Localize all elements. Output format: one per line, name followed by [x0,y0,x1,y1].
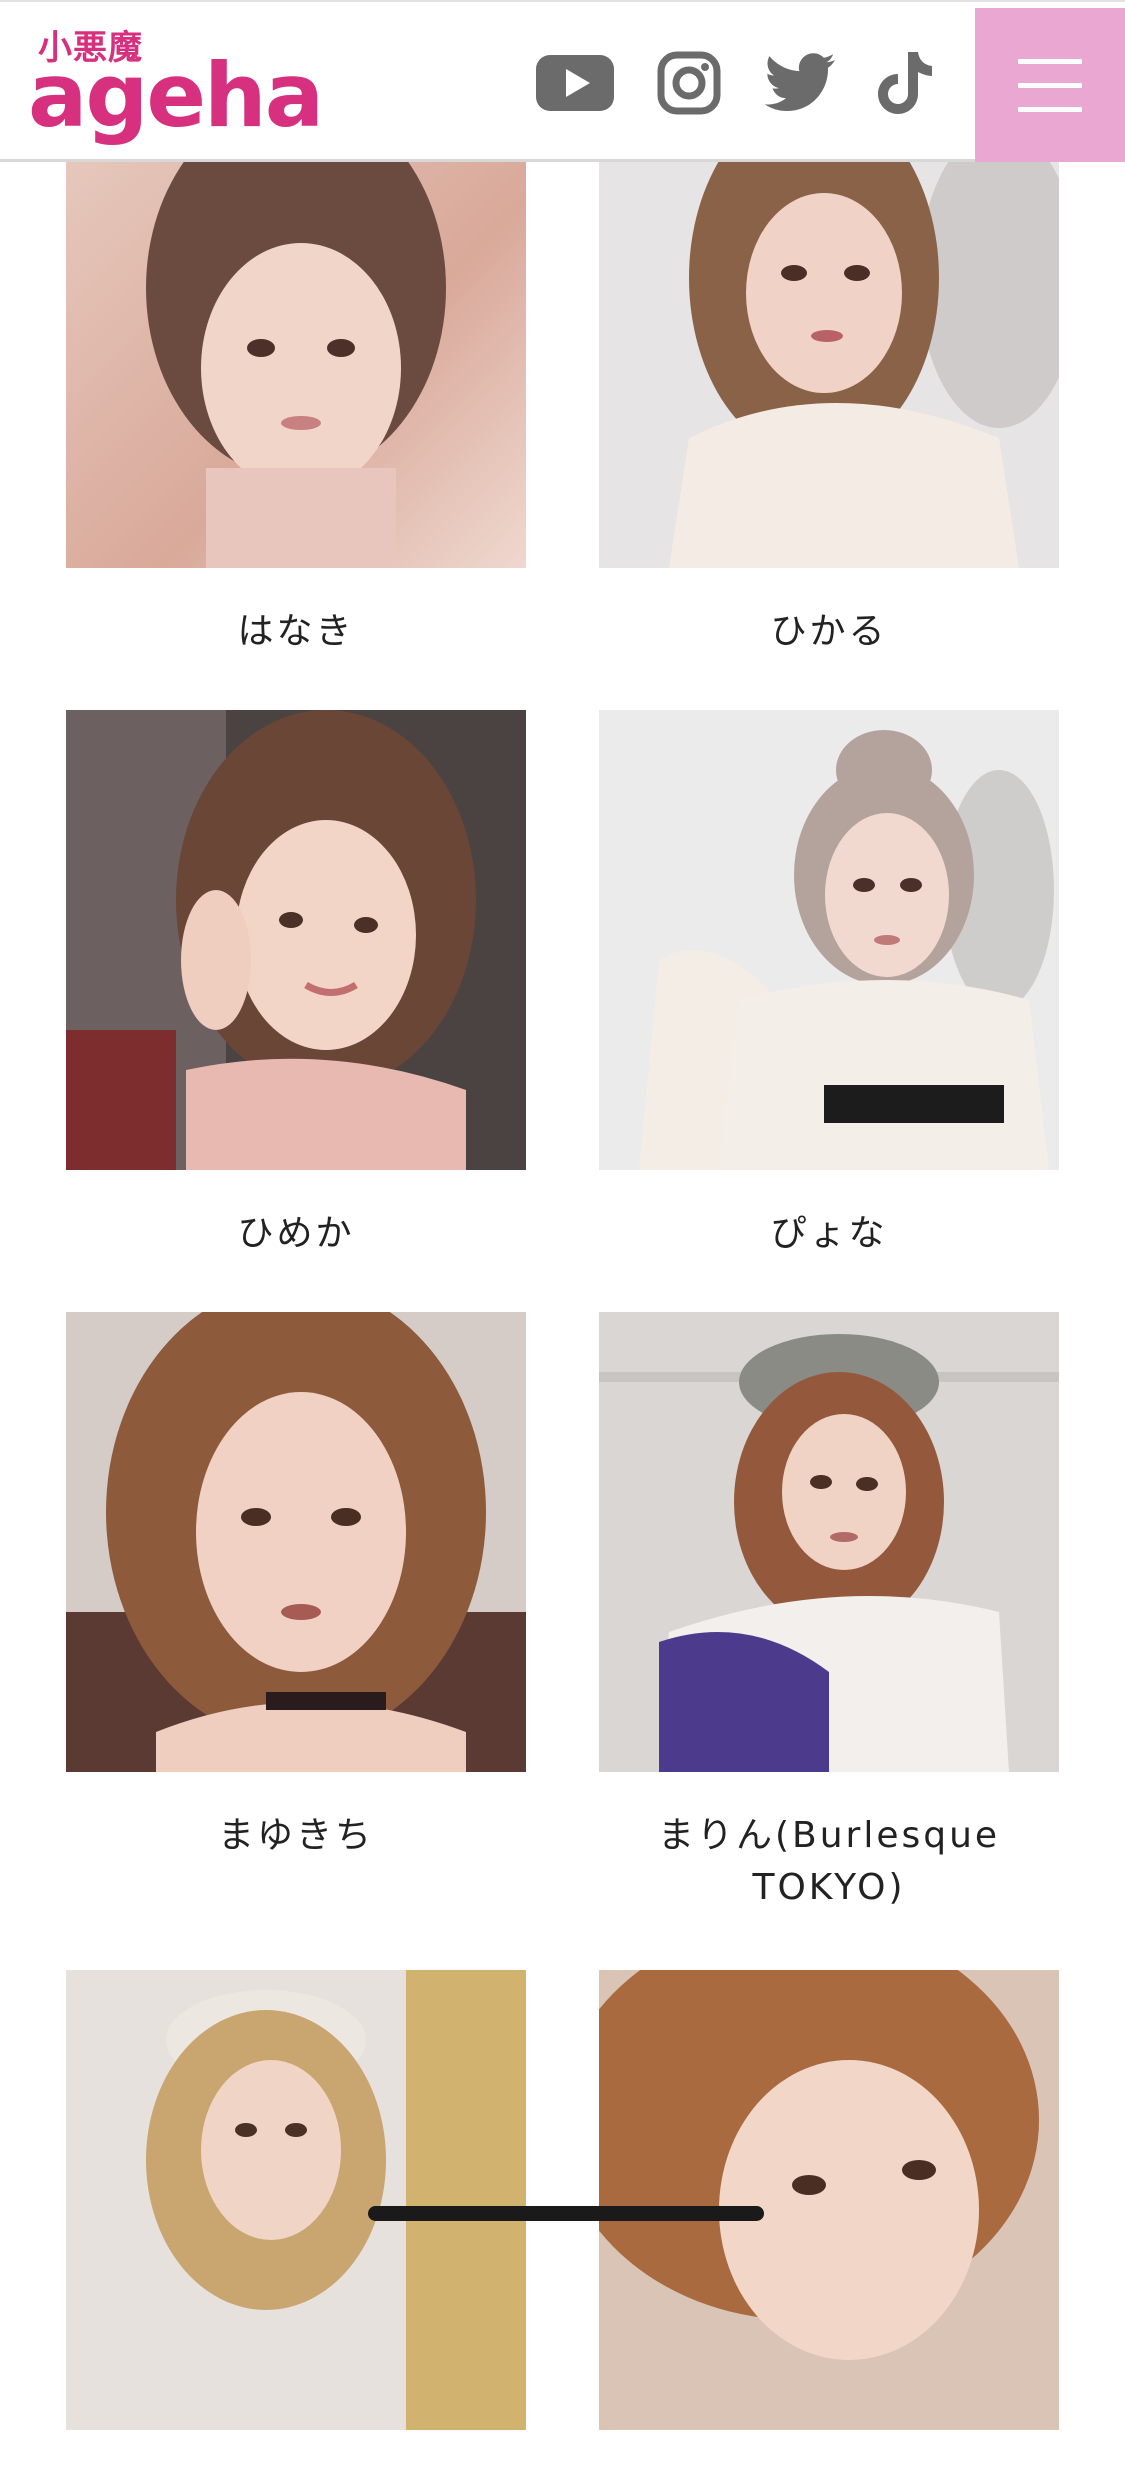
model-name[interactable]: まりん(Burlesque TOKYO) [599,1810,1059,1914]
model-card[interactable]: まゆきち [66,1312,526,1862]
model-photo[interactable] [66,710,526,1170]
model-name[interactable]: ひかる [599,606,1059,658]
model-photo[interactable] [599,1970,1059,2430]
model-card[interactable]: ひかる [599,108,1059,658]
model-name[interactable]: はなき [66,606,526,658]
model-photo[interactable] [599,1312,1059,1772]
tiktok-icon[interactable] [874,50,938,116]
model-card[interactable]: はなき [66,108,526,658]
home-indicator[interactable] [368,2206,764,2221]
model-name[interactable]: ぴょな [599,1208,1059,1260]
model-name[interactable]: まゆきち [66,1810,526,1862]
model-card[interactable]: ひめか [66,710,526,1260]
youtube-icon[interactable] [536,50,614,116]
logo-main-text: ageha [28,44,324,147]
model-name[interactable]: ひめか [66,1208,526,1260]
model-photo[interactable] [66,108,526,568]
site-header: 小悪魔 ageha [0,0,1125,162]
menu-bar [1018,82,1082,88]
model-grid: はなき ひかる ひめか ぴょな まゆきち まりん(Burlesque TOKYO… [0,0,1125,2430]
model-photo[interactable] [66,1312,526,1772]
hamburger-menu-icon[interactable] [975,8,1125,162]
ageha-logo[interactable]: 小悪魔 ageha [28,16,348,156]
model-card[interactable]: ぴょな [599,710,1059,1260]
model-card[interactable]: まりん(Burlesque TOKYO) [599,1312,1059,1914]
menu-bar [1018,58,1082,64]
model-photo[interactable] [599,108,1059,568]
instagram-icon[interactable] [656,50,722,116]
model-photo[interactable] [599,710,1059,1170]
menu-bar [1018,106,1082,112]
twitter-icon[interactable] [764,50,838,116]
model-photo[interactable] [66,1970,526,2430]
